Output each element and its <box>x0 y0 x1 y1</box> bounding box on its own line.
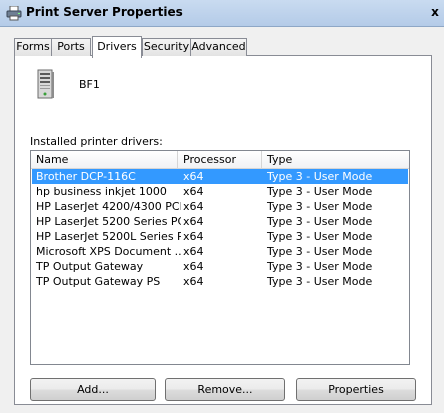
printer-icon <box>6 6 22 21</box>
close-button[interactable]: x <box>428 4 442 20</box>
tab-ports[interactable]: Ports <box>51 38 91 56</box>
cell-processor: x64 <box>183 185 204 198</box>
tab-drivers[interactable]: Drivers <box>92 36 142 58</box>
column-header-name[interactable]: Name <box>31 151 178 168</box>
server-name: BF1 <box>79 78 100 91</box>
cell-name: Microsoft XPS Document ... <box>36 245 181 258</box>
cell-processor: x64 <box>183 230 204 243</box>
window-title: Print Server Properties <box>26 5 183 19</box>
cell-type: Type 3 - User Mode <box>267 275 373 288</box>
column-header-processor[interactable]: Processor <box>178 151 262 168</box>
table-row[interactable]: HP LaserJet 5200 Series PC... x64 Type 3 -… <box>32 214 408 229</box>
cell-name: TP Output Gateway PS <box>36 275 161 288</box>
table-row[interactable]: TP Output Gateway PS x64 Type 3 - User Mod… <box>32 274 408 289</box>
print-server-properties-dialog: Print Server Properties x Forms Ports Dr… <box>0 0 444 413</box>
column-header-type[interactable]: Type <box>262 151 409 168</box>
tab-forms[interactable]: Forms <box>14 38 52 56</box>
table-row[interactable]: hp business inkjet 1000 x64 Type 3 - User … <box>32 184 408 199</box>
remove-button[interactable]: Remove... <box>165 378 285 401</box>
cell-type: Type 3 - User Mode <box>267 200 373 213</box>
cell-type: Type 3 - User Mode <box>267 170 373 183</box>
cell-type: Type 3 - User Mode <box>267 185 373 198</box>
cell-type: Type 3 - User Mode <box>267 245 373 258</box>
cell-processor: x64 <box>183 260 204 273</box>
table-row[interactable]: HP LaserJet 5200L Series P... x64 Type 3 -… <box>32 229 408 244</box>
cell-name: TP Output Gateway <box>36 260 144 273</box>
table-row[interactable]: TP Output Gateway x64 Type 3 - User Mode <box>32 259 408 274</box>
cell-name: hp business inkjet 1000 <box>36 185 167 198</box>
table-row[interactable]: HP LaserJet 4200/4300 PCL6 x64 Type 3 - Us… <box>32 199 408 214</box>
cell-processor: x64 <box>183 215 204 228</box>
cell-type: Type 3 - User Mode <box>267 215 373 228</box>
properties-button[interactable]: Properties <box>296 378 416 401</box>
cell-processor: x64 <box>183 275 204 288</box>
tab-advanced[interactable]: Advanced <box>190 38 247 56</box>
cell-type: Type 3 - User Mode <box>267 260 373 273</box>
cell-name: HP LaserJet 5200L Series P... <box>36 230 181 243</box>
cell-name: HP LaserJet 4200/4300 PCL6 <box>36 200 181 213</box>
cell-name: HP LaserJet 5200 Series PC... <box>36 215 181 228</box>
list-header: Name Processor Type <box>31 151 409 169</box>
cell-processor: x64 <box>183 245 204 258</box>
cell-type: Type 3 - User Mode <box>267 230 373 243</box>
cell-processor: x64 <box>183 200 204 213</box>
table-row[interactable]: Microsoft XPS Document ... x64 Type 3 - Us… <box>32 244 408 259</box>
title-bar[interactable]: Print Server Properties x <box>0 0 444 27</box>
server-icon <box>37 69 54 99</box>
cell-name: Brother DCP-116C <box>36 170 136 183</box>
table-row[interactable]: Brother DCP-116C x64 Type 3 - User Mode <box>32 169 408 184</box>
tab-security[interactable]: Security <box>142 38 191 56</box>
installed-drivers-label: Installed printer drivers: <box>30 135 163 148</box>
add-button[interactable]: Add... <box>30 378 156 401</box>
cell-processor: x64 <box>183 170 204 183</box>
installed-drivers-list[interactable]: Name Processor Type Brother DCP-116C x64 T… <box>30 150 410 365</box>
